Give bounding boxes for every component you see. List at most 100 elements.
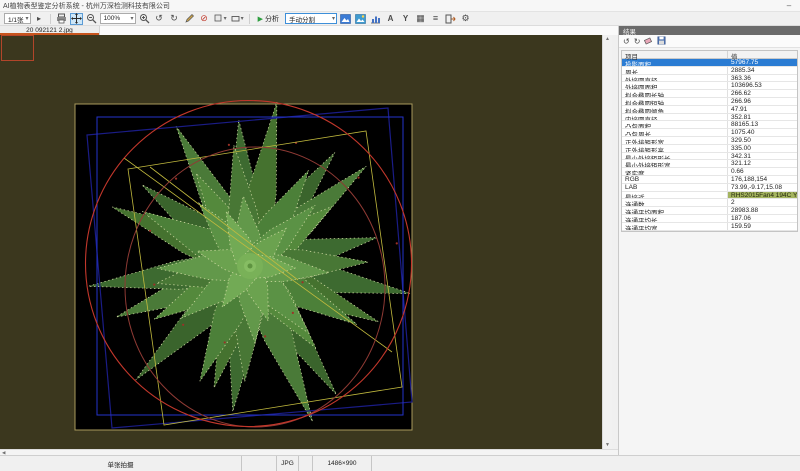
table-row[interactable]: 拟合椭圆长轴266.62: [622, 90, 797, 98]
export-image-button[interactable]: [354, 13, 367, 25]
tab-image-file[interactable]: 20 092121 2.jpg: [0, 26, 100, 35]
list-view-button[interactable]: ≡: [429, 13, 442, 25]
table-row[interactable]: 紧实度0.66: [622, 168, 797, 176]
measurement-label: 最接近: [622, 192, 728, 199]
print-button[interactable]: [55, 13, 68, 25]
chevron-down-icon: ▾: [26, 15, 29, 22]
results-table: 项目 值 投影面积57967.75周长2885.34外接圆直径363.36外接圆…: [621, 50, 798, 232]
export-results-button[interactable]: [657, 32, 666, 50]
measurement-value: 176,188,154: [728, 176, 797, 183]
measurement-label: 投影面积: [622, 59, 728, 66]
measurement-label: 连通平均面积: [622, 207, 728, 214]
rotate-right-button[interactable]: ↻: [168, 13, 181, 25]
rotate-left-icon: ↺: [155, 14, 163, 23]
cancel-analysis-button[interactable]: ⊘: [198, 13, 211, 25]
page-indicator-combo[interactable]: 1/1张 ▾: [4, 13, 31, 24]
status-bar: 单张拍摄 JPG 1486×990: [0, 455, 800, 471]
branch-measure-button[interactable]: Y: [399, 13, 412, 25]
data-grid-button[interactable]: ▦: [414, 13, 427, 25]
measurement-label: 凸包周长: [622, 129, 728, 136]
edit-button[interactable]: [183, 13, 196, 25]
chevron-down-icon: ▾: [224, 15, 227, 22]
table-row[interactable]: 周长2885.34: [622, 67, 797, 75]
measurement-value: 2885.34: [728, 67, 797, 74]
table-row[interactable]: 连通数2: [622, 199, 797, 207]
scroll-up-icon[interactable]: ▲: [605, 35, 610, 43]
analysis-mode-combo[interactable]: 手动分割 ▾: [285, 13, 337, 24]
table-row[interactable]: 外接圆直径363.36: [622, 75, 797, 83]
table-row[interactable]: 最小外接矩形长342.31: [622, 153, 797, 161]
analyze-button[interactable]: ▶ 分析: [254, 13, 283, 25]
measurement-value: 321.12: [728, 160, 797, 167]
main-toolbar: 1/1张 ▾ ▸ 100% ▾: [0, 12, 800, 26]
toolbar-separator: [249, 14, 250, 24]
zoom-level-combo[interactable]: 100% ▾: [100, 13, 136, 24]
table-row[interactable]: LAB73.99,-9.17,15.08: [622, 184, 797, 192]
next-image-button[interactable]: ▸: [33, 13, 46, 25]
scroll-down-icon[interactable]: ▼: [605, 441, 610, 449]
letter-a-icon: A: [388, 14, 394, 23]
settings-button[interactable]: ⚙: [459, 13, 472, 25]
table-row[interactable]: 凸包面积88165.13: [622, 121, 797, 129]
zoom-out-button[interactable]: [85, 13, 98, 25]
results-toolbar: ↺ ↻: [619, 35, 800, 48]
measurement-label: 外接圆直径: [622, 75, 728, 82]
measurement-label: 正外接矩形高: [622, 145, 728, 152]
redo-icon[interactable]: ↻: [634, 37, 641, 46]
layer-options-dropdown[interactable]: ▾: [213, 13, 228, 25]
measurement-label: 连通数: [622, 199, 728, 206]
measurement-value: 342.31: [728, 153, 797, 160]
table-row[interactable]: 连通平均宽159.59: [622, 223, 797, 231]
table-row[interactable]: 凸包周长1075.40: [622, 129, 797, 137]
shape-options-dropdown[interactable]: ▾: [230, 13, 245, 25]
table-row[interactable]: 正外接矩形宽329.50: [622, 137, 797, 145]
pan-move-tool-button[interactable]: [70, 13, 83, 25]
zoom-out-icon: [86, 13, 97, 24]
minimize-button[interactable]: –: [778, 1, 800, 10]
table-row[interactable]: 最接近RHS2015Fan4 194C Yellow: [622, 192, 797, 200]
bar-chart-icon: [370, 14, 381, 24]
rotate-left-button[interactable]: ↺: [153, 13, 166, 25]
annotation-text-button[interactable]: A: [384, 13, 397, 25]
navigator-thumbnail[interactable]: [1, 35, 34, 61]
block-icon: ⊘: [200, 14, 208, 23]
printer-icon: [56, 13, 67, 24]
refresh-icon[interactable]: ↺: [623, 37, 630, 46]
status-spacer: [299, 456, 313, 471]
measurement-value: 57967.75: [728, 59, 797, 66]
table-row[interactable]: 投影面积57967.75: [622, 59, 797, 67]
status-spacer: [372, 456, 800, 471]
table-row[interactable]: 拟合椭圆倾角47.91: [622, 106, 797, 114]
chart-button[interactable]: [369, 13, 382, 25]
measurement-label: 最小外接矩形宽: [622, 160, 728, 167]
list-icon: ≡: [433, 14, 438, 23]
measurement-value: 363.36: [728, 75, 797, 82]
table-row[interactable]: RGB176,188,154: [622, 176, 797, 184]
image-export-icon: [355, 14, 366, 24]
measurement-label: 紧实度: [622, 168, 728, 175]
table-row[interactable]: 正外接矩形高335.00: [622, 145, 797, 153]
table-row[interactable]: 连通平均面积28983.88: [622, 207, 797, 215]
table-row[interactable]: 内接圆直径352.81: [622, 114, 797, 122]
shape-icon: [231, 14, 241, 24]
measurement-value: 0.66: [728, 168, 797, 175]
measurement-label: 拟合椭圆长轴: [622, 90, 728, 97]
exit-button[interactable]: [444, 13, 457, 25]
analyzed-plant-image: [0, 35, 602, 449]
measurement-label: 凸包面积: [622, 121, 728, 128]
zoom-in-icon: [139, 13, 150, 24]
save-floppy-icon: [657, 36, 666, 45]
measurement-value: 2: [728, 199, 797, 206]
table-row[interactable]: 拟合椭圆短轴266.96: [622, 98, 797, 106]
table-row[interactable]: 外接圆面积103696.53: [622, 82, 797, 90]
measurement-label: RGB: [622, 176, 728, 183]
vertical-scrollbar[interactable]: ▲ ▼: [602, 35, 612, 449]
application-window: AI植物表型鉴定分析系统 - 杭州万深检测科技有限公司 – 1/1张 ▾ ▸: [0, 0, 800, 471]
zoom-in-button[interactable]: [138, 13, 151, 25]
title-bar: AI植物表型鉴定分析系统 - 杭州万深检测科技有限公司 –: [0, 0, 800, 12]
table-row[interactable]: 最小外接矩形宽321.12: [622, 160, 797, 168]
image-workspace[interactable]: [0, 35, 602, 449]
clear-results-button[interactable]: [644, 32, 653, 50]
table-row[interactable]: 连通平均长187.06: [622, 215, 797, 223]
save-image-button[interactable]: [339, 13, 352, 25]
